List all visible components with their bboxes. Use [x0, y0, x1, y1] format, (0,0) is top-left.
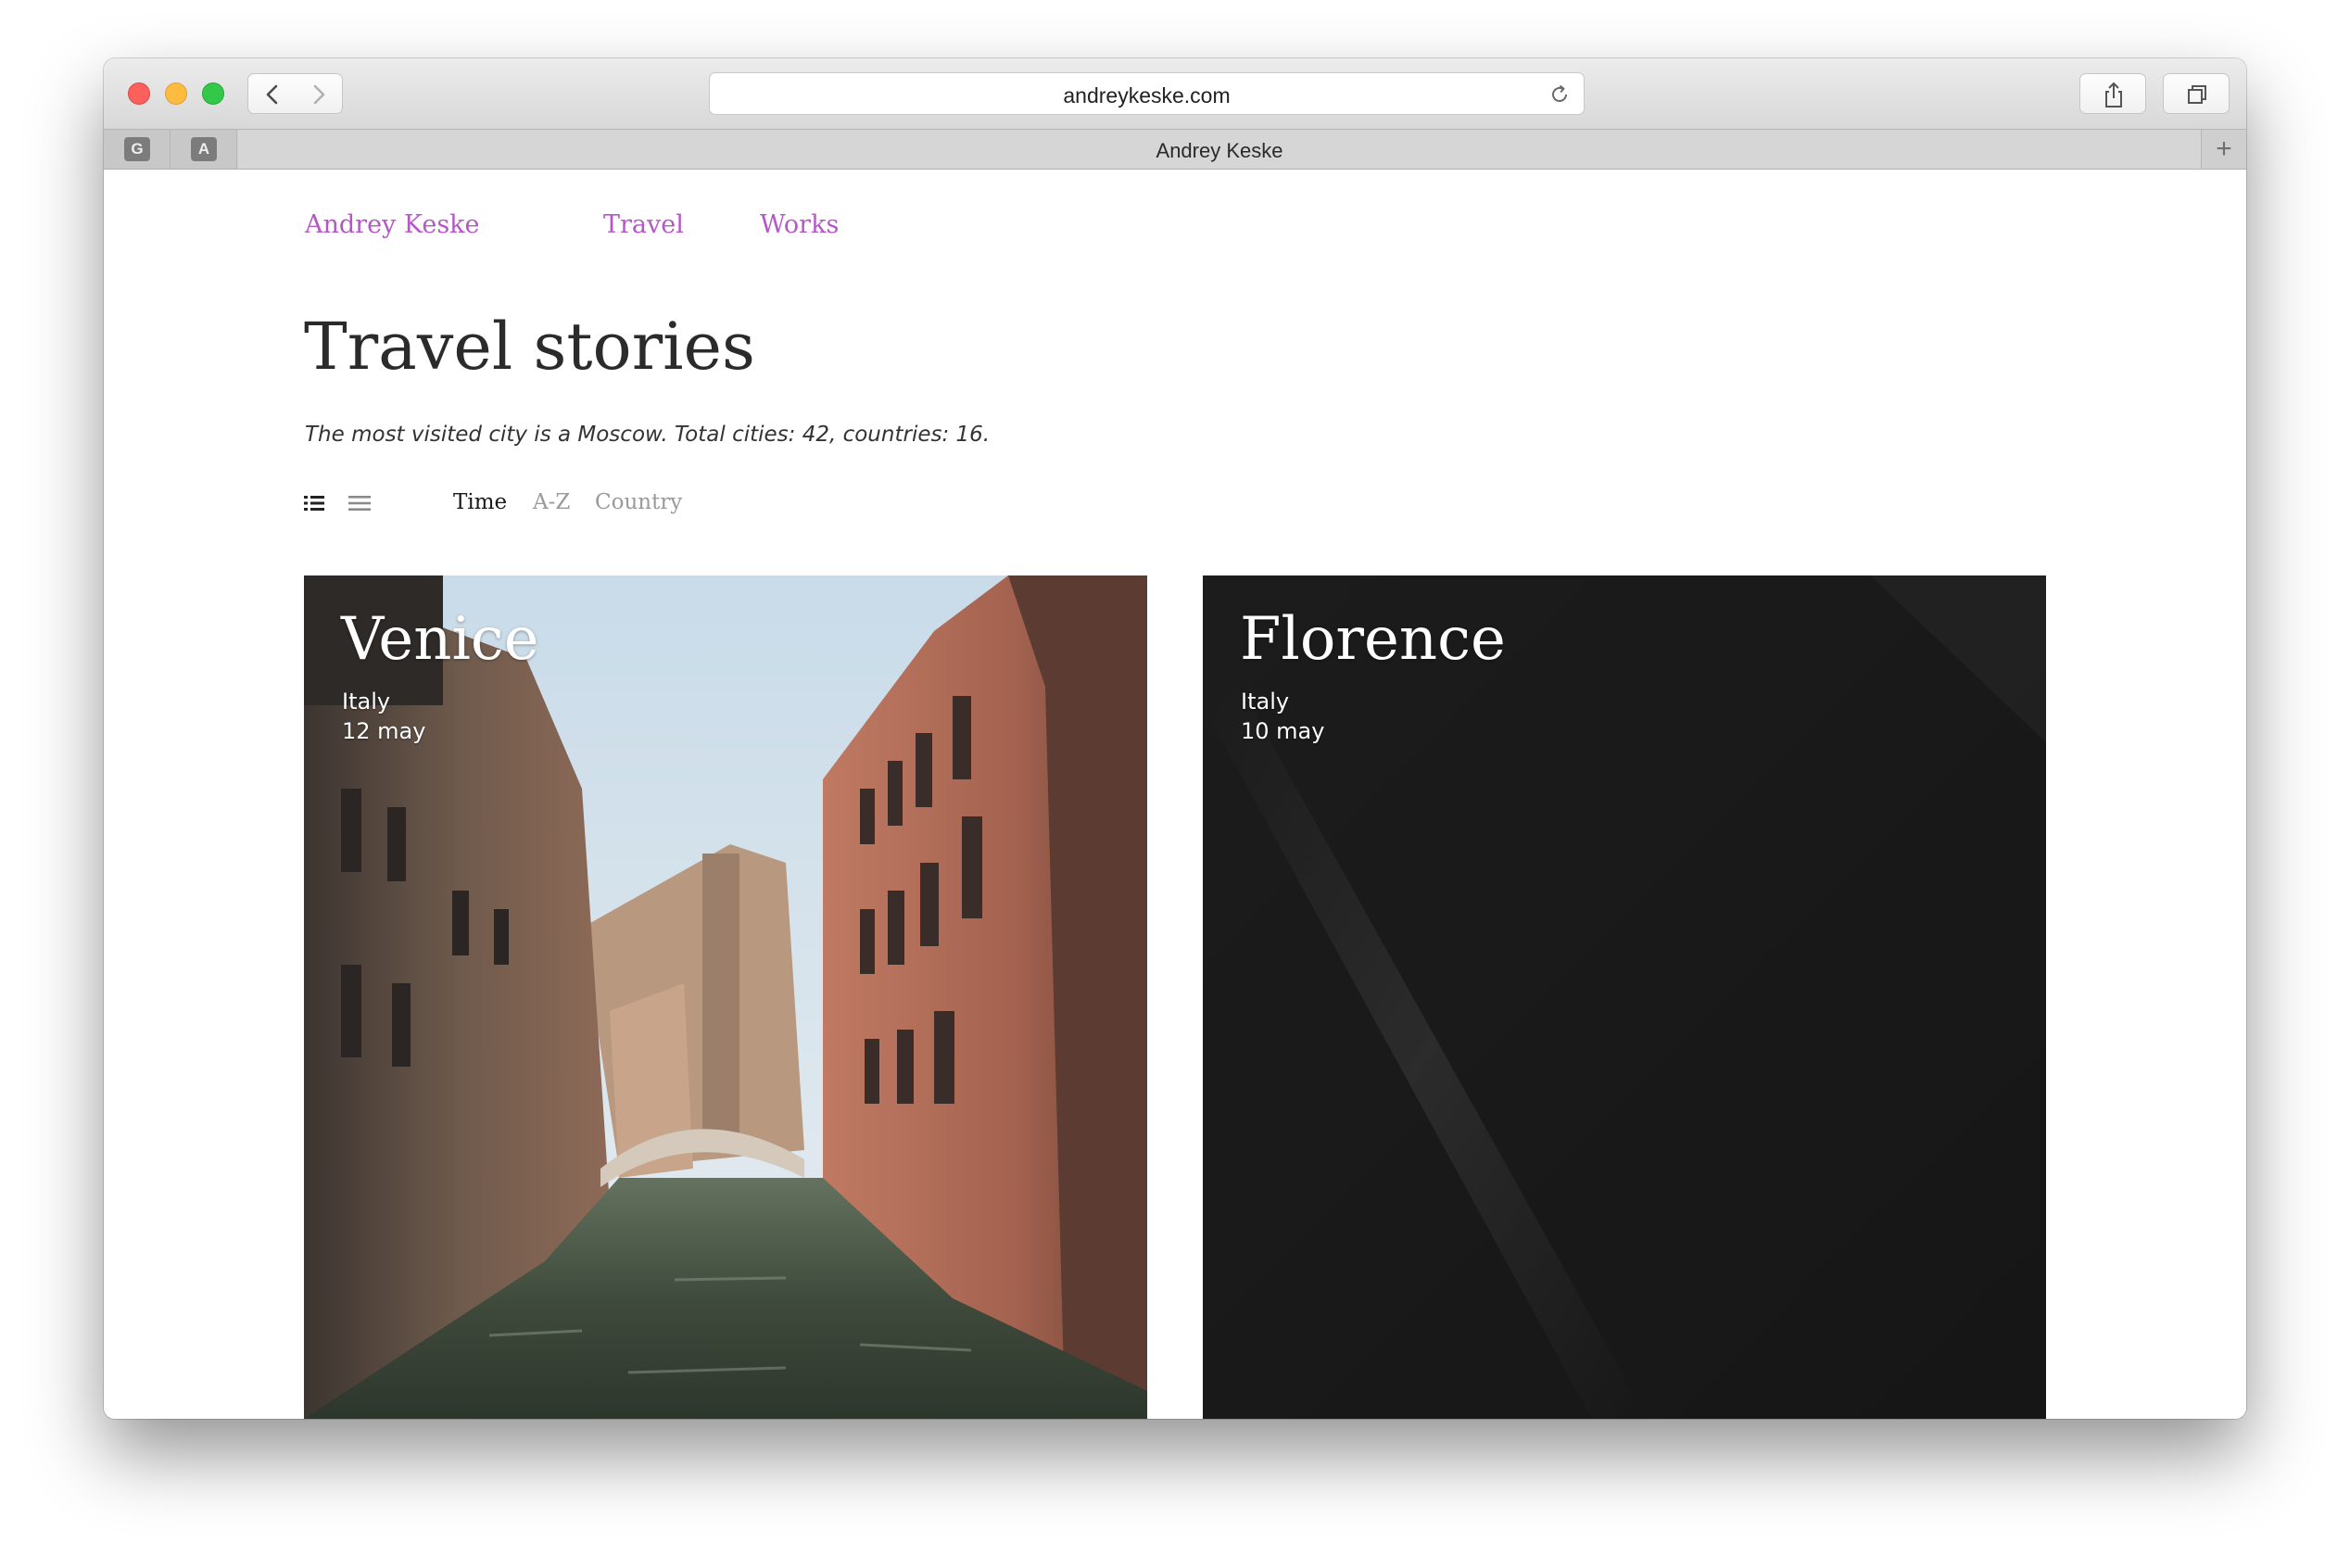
minimize-window-button[interactable]: [165, 82, 187, 105]
sort-country[interactable]: Country: [595, 490, 682, 514]
card-city: Florence: [1240, 605, 1506, 674]
address-bar[interactable]: andreykeske.com: [709, 72, 1585, 115]
sort-az[interactable]: A-Z: [533, 490, 570, 514]
florence-photo: [1203, 575, 2046, 1419]
card-date: 12 may: [342, 718, 426, 744]
pinned-tab[interactable]: G: [104, 130, 171, 169]
pinned-tab[interactable]: A: [171, 130, 237, 169]
new-tab-button[interactable]: +: [2201, 130, 2246, 169]
browser-window: andreykeske.com G A Andrey Keske + Andre…: [104, 58, 2246, 1419]
venice-photo: [304, 575, 1147, 1419]
chevron-left-icon: [266, 84, 278, 105]
web-page: Andrey Keske Travel Works Travel stories…: [104, 170, 2246, 1419]
tab-overview-icon: [2188, 85, 2206, 104]
story-card-venice[interactable]: Venice Italy 12 may: [304, 575, 1147, 1419]
show-tabs-button[interactable]: [2163, 73, 2230, 114]
page-subtitle: The most visited city is a Moscow. Total…: [305, 423, 991, 447]
nav-home-link[interactable]: Andrey Keske: [305, 210, 480, 239]
card-country: Italy: [1241, 689, 1290, 714]
card-city: Venice: [341, 605, 539, 674]
back-button[interactable]: [247, 73, 296, 114]
nav-works-link[interactable]: Works: [760, 210, 839, 239]
story-card-florence[interactable]: Florence Italy 10 may: [1203, 575, 2046, 1419]
card-country: Italy: [342, 689, 391, 714]
pinned-tab-favicon: G: [124, 137, 150, 161]
share-button[interactable]: [2079, 73, 2146, 114]
card-date: 10 may: [1241, 718, 1325, 744]
forward-button[interactable]: [295, 73, 343, 114]
zoom-window-button[interactable]: [202, 82, 224, 105]
page-title: Travel stories: [304, 309, 755, 385]
list-view-icon[interactable]: [348, 495, 371, 512]
plus-icon: +: [2216, 133, 2232, 164]
chevron-right-icon: [313, 84, 325, 105]
reload-icon[interactable]: [1548, 83, 1571, 106]
tab-title: Andrey Keske: [1156, 139, 1283, 162]
grid-view-icon[interactable]: [304, 495, 324, 512]
active-tab[interactable]: Andrey Keske: [238, 130, 2201, 169]
close-window-button[interactable]: [128, 82, 150, 105]
sort-time[interactable]: Time: [453, 490, 507, 514]
share-icon: [2105, 82, 2122, 107]
tab-bar: G A Andrey Keske +: [104, 129, 2246, 170]
pinned-tab-favicon: A: [191, 137, 217, 161]
nav-travel-link[interactable]: Travel: [603, 210, 684, 239]
url-text: andreykeske.com: [1063, 83, 1231, 107]
browser-toolbar: andreykeske.com: [104, 58, 2246, 129]
